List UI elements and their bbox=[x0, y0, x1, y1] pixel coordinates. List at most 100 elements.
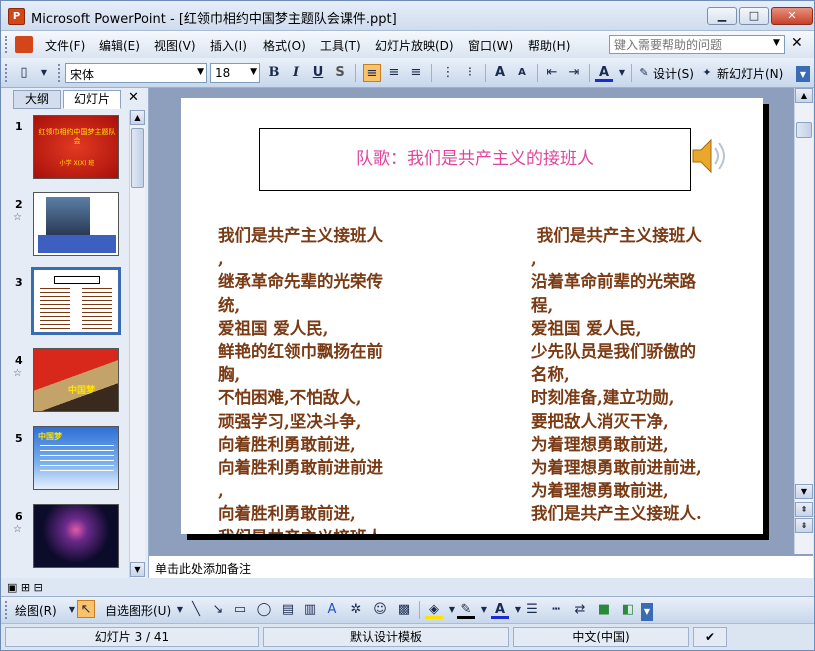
menu-insert[interactable]: 插入(I) bbox=[210, 37, 247, 54]
lyric-line: 要把敌人消灭干净, bbox=[531, 411, 669, 431]
align-center-icon[interactable]: ≡ bbox=[385, 64, 403, 82]
increase-indent-icon[interactable]: ⇥ bbox=[565, 64, 583, 82]
arrow-style-icon[interactable]: ⇄ bbox=[571, 601, 589, 619]
scrollbar-thumb[interactable] bbox=[796, 122, 812, 138]
dash-style-icon[interactable]: ┅ bbox=[547, 601, 565, 619]
slide-thumbnail-6[interactable] bbox=[33, 504, 119, 568]
picture-icon[interactable]: ▩ bbox=[395, 601, 413, 619]
fill-color-icon[interactable]: ◈ bbox=[425, 601, 443, 619]
line-color-icon[interactable]: ✎ bbox=[457, 601, 475, 619]
minimize-button[interactable]: ▁ bbox=[707, 7, 737, 25]
menu-window[interactable]: 窗口(W) bbox=[468, 37, 513, 54]
font-size-value: 18 bbox=[215, 66, 231, 80]
slide-thumbnail-3[interactable] bbox=[31, 267, 121, 335]
bullet-list-icon[interactable]: ⁝ bbox=[461, 64, 479, 82]
chevron-down-icon[interactable]: ▼ bbox=[773, 38, 780, 48]
lyrics-left-column[interactable]: 我们是共产主义接班人, 继承革命先辈的光荣传 统, 爱祖国 爱人民, 鲜艳的红领巾飘扬在… bbox=[218, 224, 383, 534]
clipart-icon[interactable]: ☺ bbox=[371, 601, 389, 619]
font-name-combo[interactable]: 宋体 ▼ bbox=[65, 63, 207, 83]
language-indicator: 中文(中国) bbox=[513, 627, 689, 647]
close-icon[interactable]: ✕ bbox=[128, 90, 139, 105]
tab-outline[interactable]: 大纲 bbox=[13, 90, 61, 109]
toolbar-options-icon[interactable]: ▼ bbox=[641, 603, 653, 621]
scrollbar-thumb[interactable] bbox=[131, 128, 144, 188]
slide-sorter-icon[interactable]: ⊞ bbox=[21, 581, 30, 594]
line-style-icon[interactable]: ☰ bbox=[523, 601, 541, 619]
current-slide[interactable]: 队歌：我们是共产主义的接班人 我们是共产主义接班人, 继承革命先辈的光荣传 统, 爱祖… bbox=[181, 98, 763, 534]
slide-thumbnail-1[interactable]: 红领巾相约中国梦主题队会 小学 X(X) 班 bbox=[33, 115, 119, 179]
menu-edit[interactable]: 编辑(E) bbox=[99, 37, 140, 54]
chevron-down-icon[interactable]: ▼ bbox=[613, 64, 631, 82]
line-icon[interactable]: ╲ bbox=[187, 601, 205, 619]
textbox-icon[interactable]: ▤ bbox=[279, 601, 297, 619]
underline-button[interactable]: U bbox=[309, 64, 327, 82]
font-color-icon[interactable]: A bbox=[595, 64, 613, 82]
shadow-style-icon[interactable]: ■ bbox=[595, 601, 613, 619]
wordart-icon[interactable]: A bbox=[323, 601, 341, 619]
menu-view[interactable]: 视图(V) bbox=[154, 37, 196, 54]
decrease-font-icon[interactable]: A bbox=[513, 64, 531, 82]
scroll-down-icon[interactable]: ▼ bbox=[130, 562, 145, 577]
toolbar-separator bbox=[419, 601, 420, 619]
chevron-down-icon[interactable]: ▼ bbox=[250, 67, 257, 77]
status-bar: 幻灯片 3 / 41 默认设计模板 中文(中国) ✔ bbox=[1, 623, 814, 650]
font-size-combo[interactable]: 18 ▼ bbox=[210, 63, 260, 83]
lyric-line: 向着胜利勇敢前进, bbox=[218, 434, 356, 454]
new-document-icon[interactable]: ▯ bbox=[15, 64, 33, 82]
close-document-icon[interactable]: ✕ bbox=[791, 35, 803, 51]
decrease-indent-icon[interactable]: ⇤ bbox=[543, 64, 561, 82]
slide-thumbnail-4[interactable]: 中国梦 bbox=[33, 348, 119, 412]
slide-thumbnail-5[interactable]: 中国梦 bbox=[33, 426, 119, 490]
3d-style-icon[interactable]: ◧ bbox=[619, 601, 637, 619]
slide-title[interactable]: 队歌：我们是共产主义的接班人 bbox=[259, 128, 691, 191]
menu-format[interactable]: 格式(O) bbox=[263, 37, 306, 54]
slide-scrollbar[interactable]: ▲ ▼ ⇞ ⇟ bbox=[794, 88, 813, 554]
normal-view-icon[interactable]: ▣ bbox=[7, 581, 17, 594]
document-icon[interactable] bbox=[15, 36, 33, 53]
arrow-icon[interactable]: ↘ bbox=[209, 601, 227, 619]
oval-icon[interactable]: ◯ bbox=[255, 601, 273, 619]
lyrics-right-column[interactable]: 我们是共产主义接班人, 沿着革命前辈的光荣路 程, 爱祖国 爱人民, 少先队员是我们骄傲… bbox=[531, 224, 702, 526]
maximize-button[interactable]: □ bbox=[739, 7, 769, 25]
speaker-icon[interactable] bbox=[687, 134, 731, 178]
shadow-button[interactable]: S bbox=[331, 64, 349, 82]
toolbar-options-icon[interactable]: ▼ bbox=[796, 66, 810, 82]
increase-font-icon[interactable]: A bbox=[491, 64, 509, 82]
rectangle-icon[interactable]: ▭ bbox=[231, 601, 249, 619]
chevron-down-icon[interactable]: ▼ bbox=[35, 64, 53, 82]
scroll-up-icon[interactable]: ▲ bbox=[795, 88, 813, 103]
design-button[interactable]: 设计(S) bbox=[653, 65, 694, 82]
new-slide-button[interactable]: 新幻灯片(N) bbox=[717, 65, 783, 82]
next-slide-icon[interactable]: ⇟ bbox=[795, 518, 813, 533]
slideshow-icon[interactable]: ⊟ bbox=[34, 581, 43, 594]
slide-thumbnail-2[interactable] bbox=[33, 192, 119, 256]
align-right-icon[interactable]: ≡ bbox=[407, 64, 425, 82]
italic-button[interactable]: I bbox=[287, 64, 305, 82]
scroll-down-icon[interactable]: ▼ bbox=[795, 484, 813, 499]
vertical-textbox-icon[interactable]: ▥ bbox=[301, 601, 319, 619]
menu-file[interactable]: 文件(F) bbox=[45, 37, 85, 54]
bold-button[interactable]: B bbox=[265, 64, 283, 82]
thumbnails-scrollbar[interactable]: ▲ ▼ bbox=[129, 110, 145, 578]
diagram-icon[interactable]: ✲ bbox=[347, 601, 365, 619]
chevron-down-icon[interactable]: ▼ bbox=[197, 67, 204, 77]
numbered-list-icon[interactable]: ⋮ bbox=[439, 64, 457, 82]
previous-slide-icon[interactable]: ⇞ bbox=[795, 502, 813, 517]
draw-menu-button[interactable]: 绘图(R) bbox=[15, 602, 57, 619]
align-left-icon[interactable]: ≡ bbox=[363, 64, 381, 82]
toolbar-grip bbox=[58, 64, 61, 82]
close-button[interactable]: ✕ bbox=[771, 7, 813, 25]
font-color-icon[interactable]: A bbox=[491, 601, 509, 619]
autoshapes-button[interactable]: 自选图形(U) bbox=[105, 602, 171, 619]
new-slide-icon: ✦ bbox=[702, 66, 712, 79]
menu-help[interactable]: 帮助(H) bbox=[528, 37, 570, 54]
lyric-line: , bbox=[531, 249, 537, 269]
menu-slideshow[interactable]: 幻灯片放映(D) bbox=[375, 37, 454, 54]
select-pointer-icon[interactable]: ↖ bbox=[77, 600, 95, 618]
menu-tools[interactable]: 工具(T) bbox=[320, 37, 361, 54]
notes-pane[interactable]: 单击此处添加备注 bbox=[149, 554, 813, 578]
tab-slides[interactable]: 幻灯片 bbox=[63, 90, 121, 109]
spelling-check-icon[interactable]: ✔ bbox=[693, 627, 727, 647]
help-search-input[interactable] bbox=[609, 35, 785, 54]
scroll-up-icon[interactable]: ▲ bbox=[130, 110, 145, 125]
